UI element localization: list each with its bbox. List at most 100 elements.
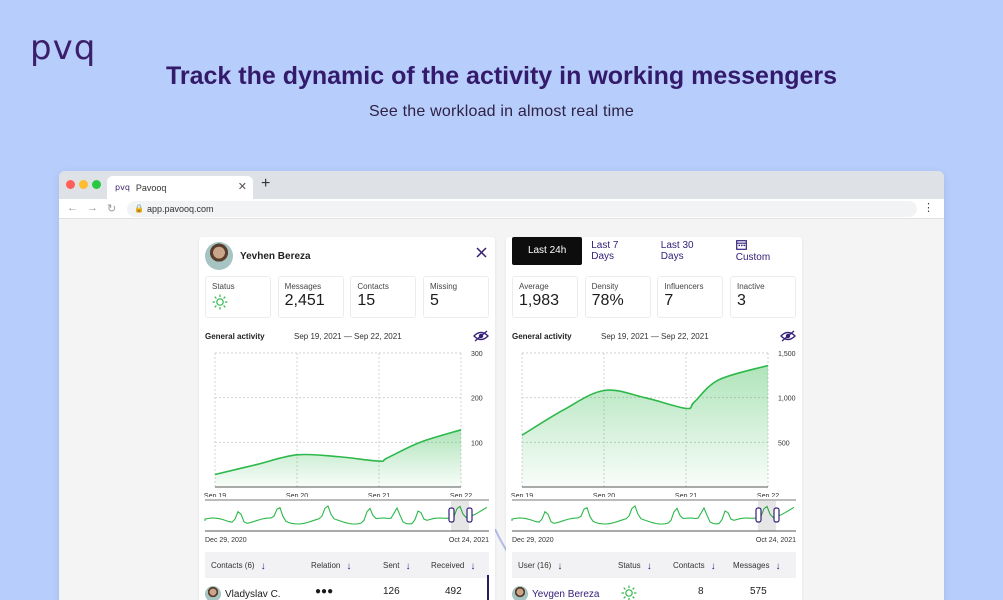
stat-value: 3 [736,292,746,309]
brush-handle-right [773,507,780,523]
area-fill [215,429,461,487]
brush-handle-right [466,507,473,523]
sort-arrow-icon: ↓ [557,561,563,572]
stat-value: 5 [429,292,439,309]
hide-eye-icon[interactable] [473,330,489,342]
sort-arrow-icon: ↓ [775,561,781,572]
sun-icon [621,585,637,600]
browser-window: pvq Pavooq ✕ + ← → ↻ 🔒 app.pavooq.com ⋮ … [59,171,944,600]
date-range: Sep 19, 2021 — Sep 22, 2021 [601,332,709,341]
x-tick-label: Sep 22 [757,493,779,497]
timeline-brush[interactable] [199,499,495,535]
stat-influencers: Influencers 7 [657,276,724,318]
stat-contacts: Contacts 15 [350,276,417,318]
x-tick-label: Sep 22 [450,493,472,497]
table-row[interactable]: Yevgen Bereza 8 575 [512,583,796,600]
window-maximize-dot[interactable] [92,180,101,189]
th-status[interactable]: Status ↓ [618,561,652,572]
stat-label: Average [519,282,549,291]
period-tabs: Last 24h Last 7 Days Last 30 Days Custom [512,237,802,265]
sent-value: 126 [383,586,400,597]
sort-arrow-icon: ↓ [646,561,652,572]
browser-menu-icon[interactable]: ⋮ [923,201,934,214]
close-icon[interactable] [476,247,487,258]
brush-handle-left [448,507,455,523]
activity-chart: 1,500 1,000 500 Sep 19 Sep 20 Sep 21 Sep 22 [511,351,796,497]
reload-icon[interactable]: ↻ [107,202,116,215]
avatar [512,586,528,600]
th-sent[interactable]: Sent ↓ [383,561,410,572]
date-range: Sep 19, 2021 — Sep 22, 2021 [294,332,402,341]
table-scrollbar[interactable] [487,575,489,600]
stat-label: Contacts [357,282,389,291]
sort-arrow-icon: ↓ [260,561,266,572]
th-contacts[interactable]: Contacts ↓ [673,561,716,572]
stat-value: 15 [357,292,376,309]
th-messages[interactable]: Messages ↓ [733,561,780,572]
stats-row: Average 1,983 Density 78% Influencers 7 … [512,276,796,318]
x-tick-label: Sep 21 [675,493,697,497]
contact-cell: Vladyslav C. [205,586,281,600]
sort-arrow-icon: ↓ [346,561,352,572]
avatar [205,242,233,270]
received-value: 492 [445,586,462,597]
x-tick-label: Sep 20 [593,493,615,497]
contacts-table-header: Contacts (6) ↓ Relation ↓ Sent ↓ Received ↓ [205,552,489,578]
user-name-link[interactable]: Yevgen Bereza [532,589,599,600]
hide-eye-icon[interactable] [780,330,796,342]
stat-density: Density 78% [584,276,651,318]
address-toolbar: ← → ↻ 🔒 app.pavooq.com ⋮ [59,199,944,219]
stat-missing: Missing 5 [422,276,489,318]
custom-label: Custom [735,252,771,263]
tab-last-24h[interactable]: Last 24h [512,237,583,265]
table-row[interactable]: Vladyslav C. ●●● 126 492 [205,583,489,600]
timeline-line [204,505,488,525]
url-text: app.pavooq.com [147,204,214,214]
user-name: Yevhen Bereza [240,250,311,262]
users-table-header: User (16) ↓ Status ↓ Contacts ↓ Messages ↓ [512,552,796,578]
th-user[interactable]: User (16) ↓ [518,561,562,572]
x-tick-label: Sep 20 [286,493,308,497]
sort-arrow-icon: ↓ [470,561,476,572]
tab-custom[interactable]: Custom [736,239,784,263]
contact-name: Vladyslav C. [225,588,281,600]
timeline-start: Dec 29, 2020 [205,537,247,544]
lock-icon: 🔒 [134,204,144,213]
general-activity-title: General activity [205,332,265,341]
window-minimize-dot[interactable] [79,180,88,189]
stats-row: Status Messages 2,451 Contacts 15 Missin… [205,276,489,318]
tab-last-7-days[interactable]: Last 7 Days [591,240,643,262]
stat-label: Status [212,282,235,291]
forward-arrow-icon[interactable]: → [87,202,98,214]
timeline-start: Dec 29, 2020 [512,537,554,544]
address-bar[interactable]: 🔒 app.pavooq.com [127,201,917,217]
relation-dots: ●●● [315,586,334,597]
stat-value: 1,983 [519,292,560,309]
th-contacts[interactable]: Contacts (6) ↓ [211,561,266,572]
th-received[interactable]: Received ↓ [431,561,475,572]
brush-handle-left [755,507,762,523]
tab-last-30-days[interactable]: Last 30 Days [661,240,718,262]
stat-value: 78% [591,292,624,309]
stat-label: Missing [429,282,458,291]
back-arrow-icon[interactable]: ← [67,202,78,214]
app-viewport: Yevhen Bereza Status Messages 2,451 Cont… [59,219,944,600]
sort-arrow-icon: ↓ [710,561,716,572]
browser-tab[interactable]: pvq Pavooq ✕ [107,176,253,199]
y-tick-label: 200 [471,396,483,403]
window-close-dot[interactable] [66,180,75,189]
tab-close-icon[interactable]: ✕ [238,180,247,193]
stat-status: Status [205,276,271,318]
general-activity-header: General activity Sep 19, 2021 — Sep 22, … [512,330,796,346]
user-cell: Yevgen Bereza [512,586,599,600]
th-relation[interactable]: Relation ↓ [311,561,351,572]
stat-inactive: Inactive 3 [729,276,796,318]
user-detail-card: Yevhen Bereza Status Messages 2,451 Cont… [199,237,495,600]
timeline-brush[interactable] [506,499,802,535]
y-tick-label: 100 [471,440,483,447]
new-tab-icon[interactable]: + [261,175,270,193]
browser-tab-bar: pvq Pavooq ✕ + [59,171,944,199]
general-activity-header: General activity Sep 19, 2021 — Sep 22, … [205,330,489,346]
general-activity-title: General activity [512,332,572,341]
timeline-end: Oct 24, 2021 [448,537,489,544]
